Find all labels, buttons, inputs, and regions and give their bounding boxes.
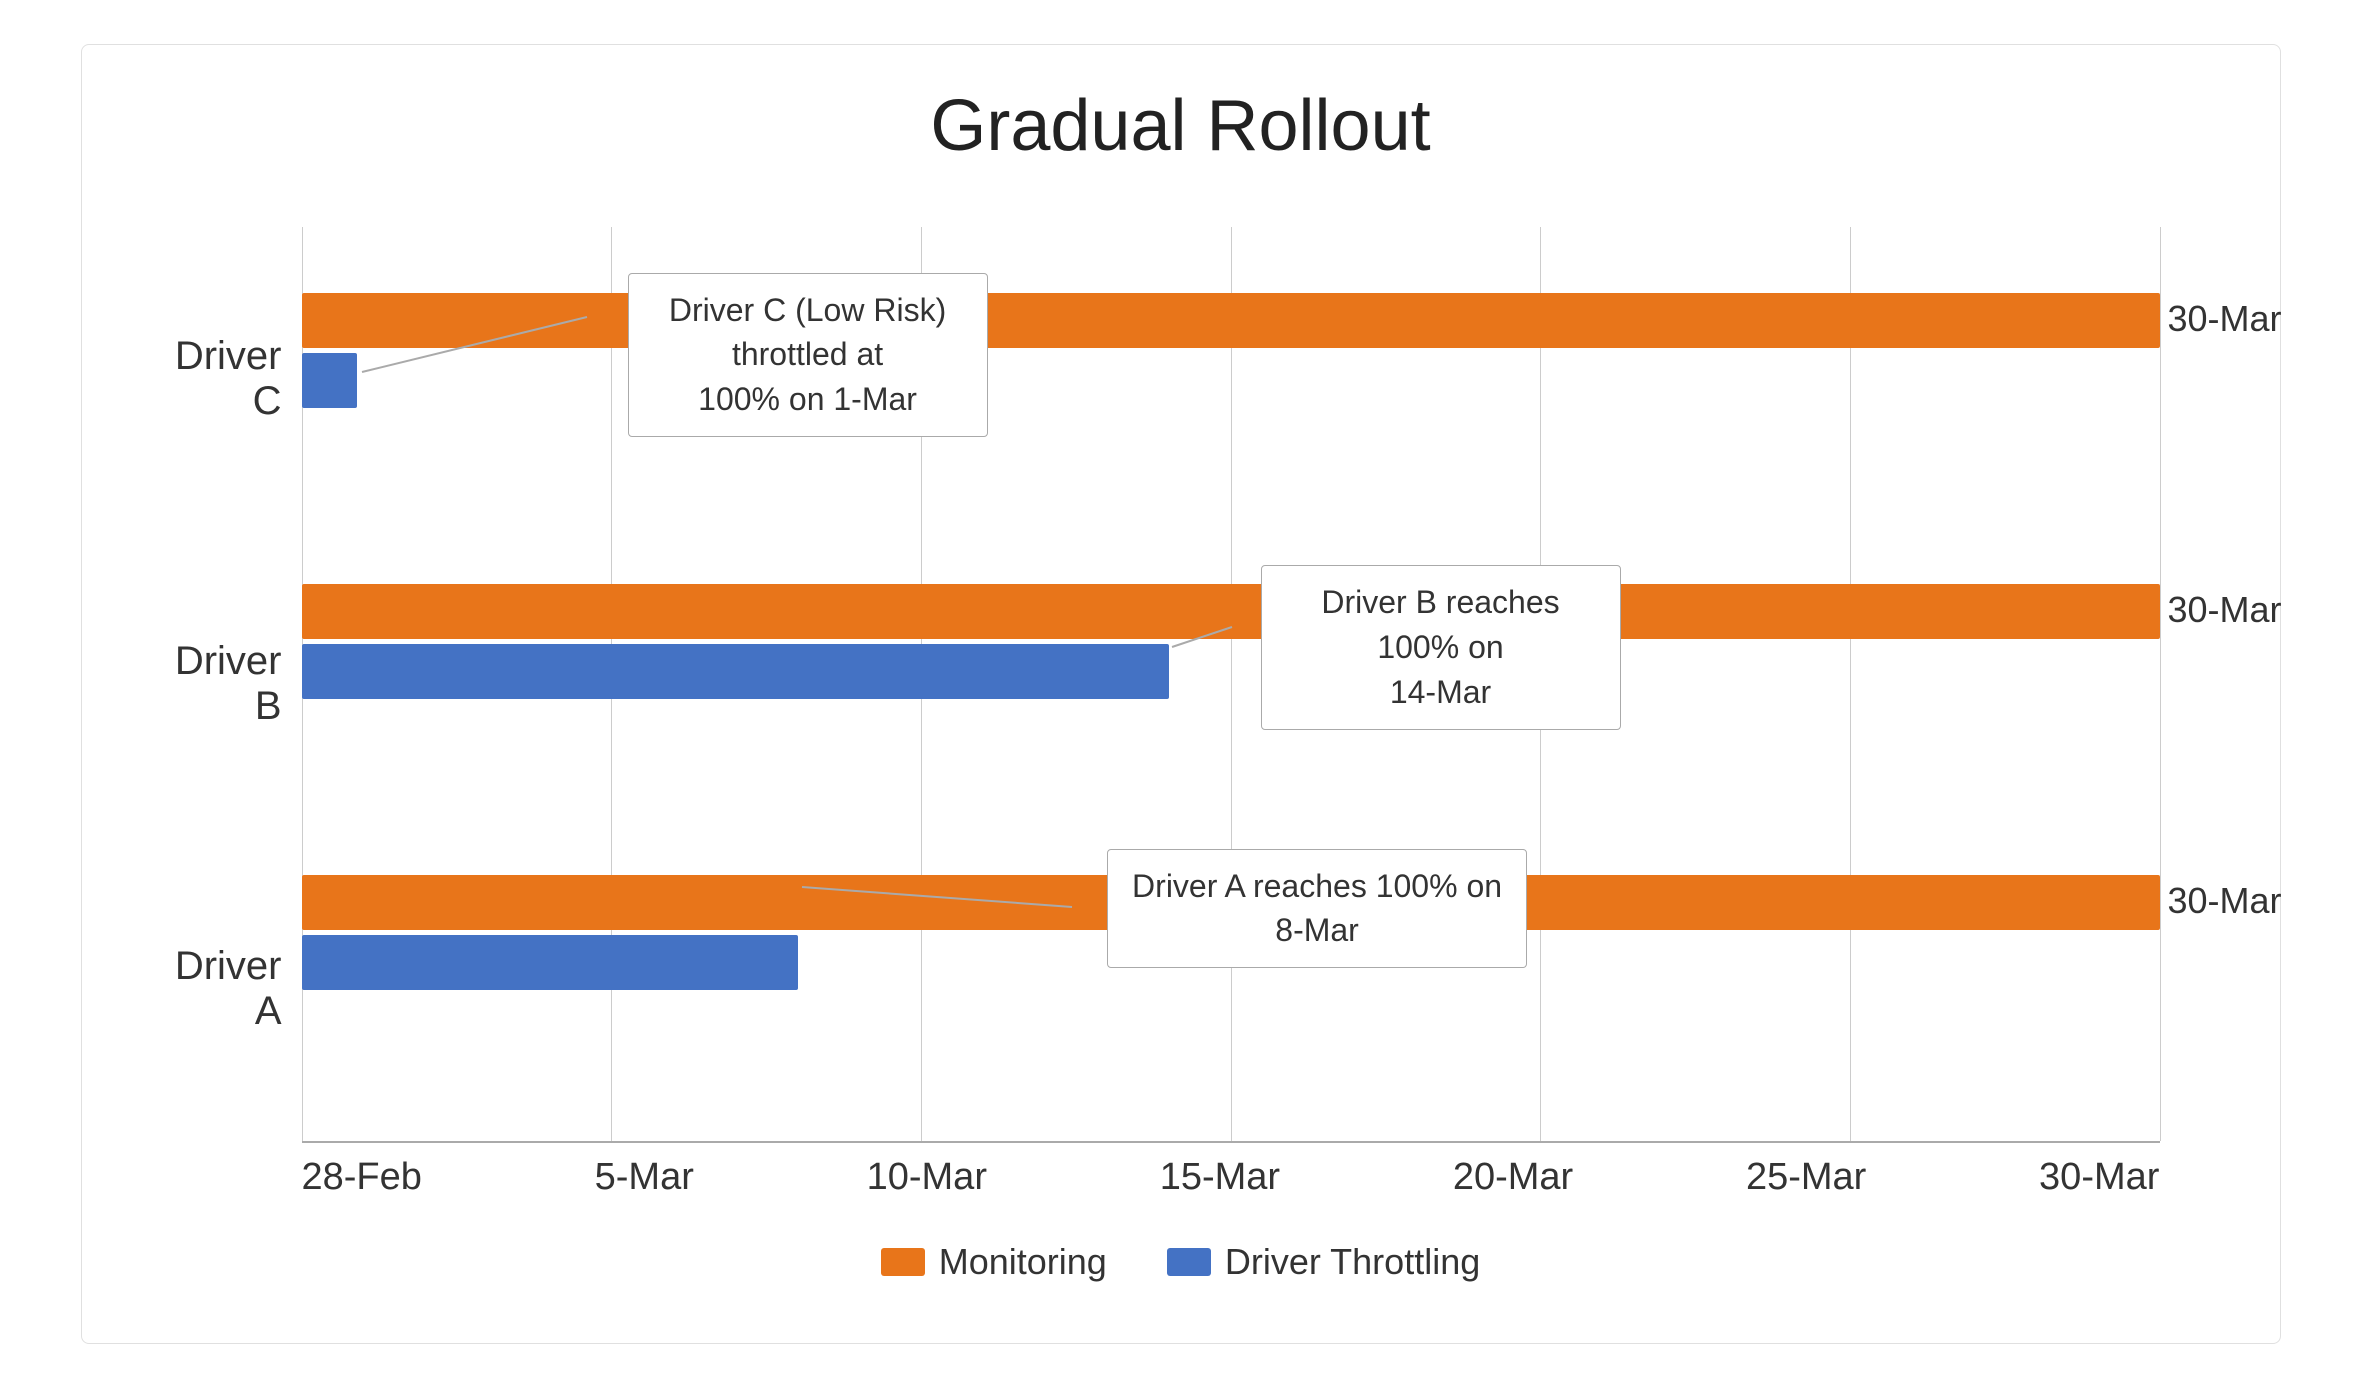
y-axis-labels: Driver C Driver B Driver A bbox=[142, 227, 302, 1221]
legend-label-throttling: Driver Throttling bbox=[1225, 1241, 1480, 1283]
bar-group-driver-c bbox=[302, 293, 2160, 493]
chart-container: Gradual Rollout Driver C Driver B Driver… bbox=[81, 44, 2281, 1344]
legend: Monitoring Driver Throttling bbox=[881, 1241, 1481, 1283]
x-label-5mar: 5-Mar bbox=[595, 1156, 694, 1221]
bars-area bbox=[302, 227, 2160, 1141]
y-label-driver-b: Driver B bbox=[142, 584, 302, 784]
bar-driver-c-throttling bbox=[302, 353, 358, 408]
x-label-20mar: 20-Mar bbox=[1453, 1156, 1573, 1221]
bar-group-driver-a bbox=[302, 875, 2160, 1075]
x-label-28feb: 28-Feb bbox=[302, 1156, 422, 1221]
legend-swatch-throttling bbox=[1167, 1248, 1211, 1276]
chart-title: Gradual Rollout bbox=[930, 85, 1430, 167]
bar-driver-b-throttling bbox=[302, 644, 1170, 699]
bar-group-driver-b bbox=[302, 584, 2160, 784]
x-labels: 28-Feb 5-Mar 10-Mar 15-Mar 20-Mar 25-Mar… bbox=[302, 1141, 2160, 1221]
legend-label-monitoring: Monitoring bbox=[939, 1241, 1107, 1283]
y-label-driver-a: Driver A bbox=[142, 889, 302, 1089]
legend-item-throttling: Driver Throttling bbox=[1167, 1241, 1480, 1283]
bar-driver-b-monitoring bbox=[302, 584, 2160, 639]
x-axis: 28-Feb 5-Mar 10-Mar 15-Mar 20-Mar 25-Mar… bbox=[302, 1141, 2160, 1221]
bar-driver-a-throttling bbox=[302, 935, 798, 990]
x-label-15mar: 15-Mar bbox=[1160, 1156, 1280, 1221]
right-label-c: 30-Mar bbox=[2160, 298, 2282, 340]
right-label-b: 30-Mar bbox=[2160, 589, 2282, 631]
x-label-30mar: 30-Mar bbox=[2039, 1156, 2159, 1221]
x-axis-line bbox=[302, 1141, 2160, 1143]
x-label-25mar: 25-Mar bbox=[1746, 1156, 1866, 1221]
y-label-driver-c: Driver C bbox=[142, 279, 302, 479]
bar-driver-a-monitoring bbox=[302, 875, 2160, 930]
legend-item-monitoring: Monitoring bbox=[881, 1241, 1107, 1283]
right-label-a: 30-Mar bbox=[2160, 880, 2282, 922]
legend-swatch-monitoring bbox=[881, 1248, 925, 1276]
chart-plot: 30-Mar 30-Mar 30-Mar Driver C (Low Risk)… bbox=[302, 227, 2220, 1221]
x-label-10mar: 10-Mar bbox=[867, 1156, 987, 1221]
right-label-c-group: 30-Mar bbox=[2160, 293, 2220, 493]
right-labels: 30-Mar 30-Mar 30-Mar bbox=[2160, 227, 2220, 1141]
bar-driver-c-monitoring bbox=[302, 293, 2160, 348]
right-label-b-group: 30-Mar bbox=[2160, 584, 2220, 784]
grid-and-bars: 30-Mar 30-Mar 30-Mar Driver C (Low Risk)… bbox=[302, 227, 2220, 1141]
right-label-a-group: 30-Mar bbox=[2160, 875, 2220, 1075]
chart-body: Driver C Driver B Driver A bbox=[142, 227, 2220, 1221]
